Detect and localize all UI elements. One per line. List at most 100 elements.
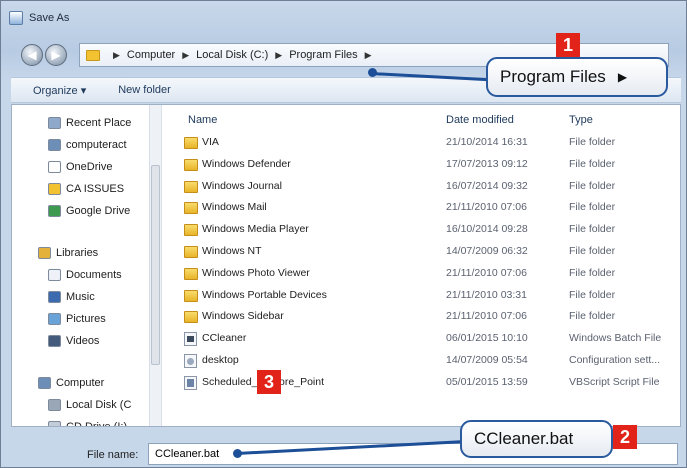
file-row[interactable]: VIA 21/10/2014 16:31 File folder	[164, 132, 680, 154]
onedrive-icon	[48, 161, 61, 173]
nav-item-label: CA ISSUES	[66, 183, 125, 195]
file-row[interactable]: Scheduled_Restore_Point05/01/2015 13:59V…	[164, 372, 680, 394]
nav-item[interactable]: Libraries	[38, 247, 98, 259]
nav-item[interactable]: CA ISSUES	[48, 183, 124, 195]
chevron-right-icon[interactable]: ▶	[182, 50, 189, 61]
file-name: Windows Media Player	[202, 223, 309, 236]
nav-item[interactable]: computeract	[48, 139, 127, 151]
nav-item[interactable]: Computer	[38, 377, 104, 389]
file-type: File folder	[569, 266, 616, 279]
file-type: File folder	[569, 179, 616, 192]
save-as-icon	[9, 11, 23, 25]
organize-button[interactable]: Organize ▾	[33, 84, 86, 97]
folder-icon	[86, 49, 100, 61]
chevron-right-icon[interactable]: ▶	[275, 50, 282, 61]
nav-item[interactable]: OneDrive	[48, 161, 112, 173]
file-name: Windows Photo Viewer	[202, 266, 310, 279]
file-date: 21/11/2010 07:06	[446, 201, 527, 214]
step-badge-3: 3	[257, 370, 281, 394]
nav-item-label: Documents	[66, 269, 122, 281]
folder-icon	[184, 137, 198, 149]
back-button[interactable]: ◀	[21, 44, 43, 66]
file-row[interactable]: Windows Media Player 16/10/2014 09:28 File…	[164, 219, 680, 241]
file-type: File folder	[569, 288, 616, 301]
forward-button[interactable]: ▶	[45, 44, 67, 66]
breadcrumb-computer[interactable]: Computer	[127, 49, 175, 61]
nav-item-label: Videos	[66, 335, 100, 347]
nav-item-label: CD Drive (I:)	[66, 421, 127, 426]
folder-icon	[184, 267, 198, 280]
file-row[interactable]: Windows Mail 21/11/2010 07:06 File folder	[164, 197, 680, 219]
file-type: File folder	[569, 310, 616, 323]
nav-scrollbar-thumb[interactable]	[151, 165, 160, 365]
file-date: 16/07/2014 09:32	[446, 179, 528, 192]
nav-item-label: Music	[66, 291, 95, 303]
file-name: VIA	[202, 136, 219, 148]
nav-item[interactable]: Recent Place	[48, 117, 131, 129]
nav-item[interactable]: CD Drive (I:)	[48, 421, 127, 426]
file-name: Windows Journal	[202, 179, 282, 192]
bat-file-icon	[184, 332, 197, 347]
new-folder-button[interactable]: New folder	[118, 84, 171, 96]
folder-icon	[184, 158, 198, 171]
nav-item[interactable]: Videos	[48, 335, 99, 347]
file-row[interactable]: Windows NT 14/07/2009 06:32 File folder	[164, 241, 680, 263]
file-row[interactable]: Windows Photo Viewer 21/11/2010 07:06 File…	[164, 263, 680, 285]
file-date: 14/07/2009 05:54	[446, 354, 528, 366]
file-row[interactable]: Windows Sidebar 21/11/2010 07:06 File fold…	[164, 306, 680, 328]
music-icon	[48, 291, 61, 303]
callout-program-files: Program Files ▶	[486, 57, 668, 97]
column-header-name[interactable]: Name	[188, 114, 217, 126]
file-type: VBScript Script File	[569, 375, 660, 388]
file-row[interactable]: Windows Defender 17/07/2013 09:12 File fol…	[164, 154, 680, 176]
nav-item[interactable]: Documents	[48, 269, 122, 281]
nav-item-label: OneDrive	[66, 161, 113, 173]
file-name: desktop	[202, 354, 239, 366]
breadcrumb-local-disk[interactable]: Local Disk (C:)	[196, 49, 268, 61]
nav-item-label: Pictures	[66, 313, 106, 325]
file-row[interactable]: desktop 14/07/2009 05:54 Configuration set…	[164, 350, 680, 372]
nav-item-label: computeract	[66, 139, 127, 151]
column-header-date[interactable]: Date modified	[446, 114, 514, 126]
recent-places-icon	[48, 117, 61, 129]
file-date: 16/10/2014 09:28	[446, 223, 528, 236]
file-name: CCleaner	[202, 332, 247, 345]
nav-item[interactable]: Local Disk (C	[48, 399, 131, 411]
callout-ccleaner-text: CCleaner.bat	[474, 429, 574, 448]
file-name: Windows NT	[202, 245, 262, 257]
file-type: Windows Batch File	[569, 332, 662, 345]
folder-icon	[184, 180, 198, 193]
breadcrumb-program-files[interactable]: Program Files	[289, 49, 357, 61]
file-list: Name Date modified Type VIA 21/10/2014 16…	[164, 105, 680, 426]
libraries-icon	[38, 247, 51, 259]
save-as-window: Save As ◀ ▶ ▶ Computer ▶ Local Disk (C:)…	[0, 0, 687, 468]
file-name: Windows Portable Devices	[202, 288, 327, 301]
folder-icon	[184, 202, 198, 215]
folder-icon	[48, 183, 61, 195]
file-type: File folder	[569, 201, 616, 214]
ini-file-icon	[184, 354, 197, 368]
file-row[interactable]: CCleaner 06/01/2015 10:10 Windows Batch Fi…	[164, 328, 680, 350]
videos-icon	[48, 335, 61, 347]
step-badge-1: 1	[556, 33, 580, 57]
chevron-right-icon: ▶	[617, 70, 628, 84]
nav-item[interactable]: Pictures	[48, 313, 106, 325]
file-type: Configuration sett...	[569, 354, 661, 366]
folder-icon	[184, 311, 198, 324]
nav-scrollbar[interactable]	[149, 105, 161, 426]
file-date: 21/11/2010 03:31	[446, 288, 527, 301]
navigation-pane: Recent Place computeract OneDrive CA ISSUES…	[12, 105, 162, 426]
file-name: Windows Sidebar	[202, 310, 284, 323]
column-header-type[interactable]: Type	[569, 114, 593, 126]
nav-item[interactable]: Google Drive	[48, 205, 130, 217]
nav-item[interactable]: Music	[48, 291, 95, 303]
chevron-right-icon[interactable]: ▶	[365, 50, 372, 61]
drive-icon	[48, 399, 61, 411]
chevron-right-icon[interactable]: ▶	[113, 50, 120, 61]
documents-icon	[48, 269, 61, 281]
nav-item-label: Libraries	[56, 247, 99, 259]
file-name-label: File name:	[87, 449, 139, 461]
file-type: File folder	[569, 245, 616, 257]
file-row[interactable]: Windows Journal 16/07/2014 09:32 File fold…	[164, 176, 680, 198]
file-row[interactable]: Windows Portable Devices 21/11/2010 03:31…	[164, 285, 680, 307]
